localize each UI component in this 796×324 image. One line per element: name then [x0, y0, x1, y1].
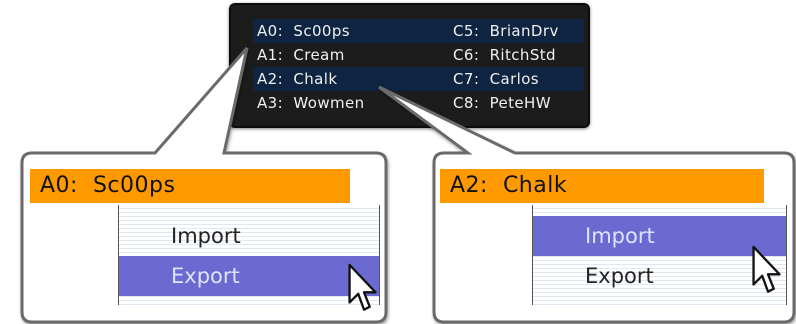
menu-item-export[interactable]: Export	[119, 256, 379, 296]
preset-item-a1[interactable]: A1: Cream	[257, 43, 345, 67]
selected-preset-label: A0: Sc00ps	[30, 169, 350, 203]
preset-item-c7[interactable]: C7: Carlos	[453, 67, 539, 91]
preset-row[interactable]: A1: Cream C6: RitchStd	[253, 43, 584, 67]
preset-item-a0[interactable]: A0: Sc00ps	[257, 19, 350, 43]
selected-preset-label: A2: Chalk	[440, 169, 764, 203]
arrow-cursor-icon	[752, 245, 781, 293]
arrow-cursor-icon	[348, 263, 377, 311]
preset-list-panel: A0: Sc00ps C5: BrianDrv A1: Cream C6: Ri…	[229, 3, 590, 128]
preset-row[interactable]: A3: Wowmen C8: PeteHW	[253, 91, 584, 115]
context-menu: Import Export	[118, 205, 380, 305]
menu-item-import[interactable]: Import	[119, 216, 379, 256]
preset-row[interactable]: A0: Sc00ps C5: BrianDrv	[253, 19, 584, 43]
preset-item-a2[interactable]: A2: Chalk	[257, 67, 337, 91]
menu-item-import[interactable]: Import	[533, 216, 786, 256]
preset-item-a3[interactable]: A3: Wowmen	[257, 91, 365, 115]
preset-item-c8[interactable]: C8: PeteHW	[453, 91, 551, 115]
context-menu: Import Export	[532, 205, 787, 305]
preset-item-c6[interactable]: C6: RitchStd	[453, 43, 556, 67]
menu-item-export[interactable]: Export	[533, 256, 786, 296]
preset-row[interactable]: A2: Chalk C7: Carlos	[253, 67, 584, 91]
preset-item-c5[interactable]: C5: BrianDrv	[453, 19, 559, 43]
